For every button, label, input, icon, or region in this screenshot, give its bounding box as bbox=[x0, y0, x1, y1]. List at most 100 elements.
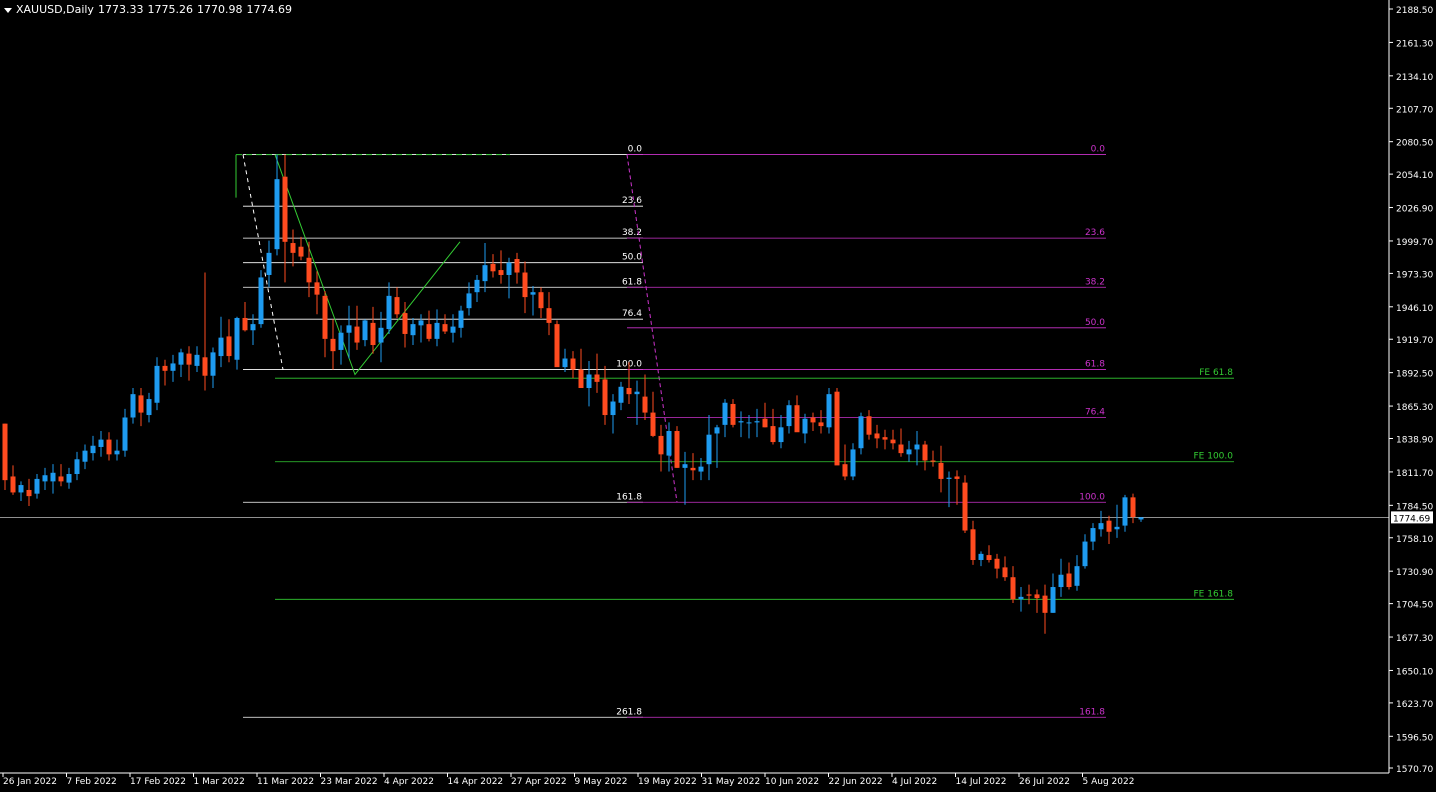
y-tick-label: 1973.30 bbox=[1396, 270, 1433, 280]
candle-body bbox=[98, 439, 104, 447]
y-tick-label: 1650.10 bbox=[1396, 667, 1433, 677]
candle-body bbox=[482, 265, 488, 282]
candle-body bbox=[634, 391, 640, 395]
candle-body bbox=[42, 475, 48, 482]
y-tick-label: 2134.10 bbox=[1396, 73, 1433, 83]
candle-body bbox=[986, 555, 992, 561]
fib-ext-label: 100.0 bbox=[1079, 492, 1105, 502]
y-tick-label: 1811.70 bbox=[1396, 469, 1433, 479]
candle-body bbox=[330, 338, 336, 352]
candle-body bbox=[1106, 520, 1112, 532]
candle-body bbox=[362, 320, 368, 341]
candle-body bbox=[298, 246, 304, 257]
candle-body bbox=[10, 476, 16, 493]
x-tick-label: 10 Jun 2022 bbox=[765, 777, 819, 787]
y-tick-label: 1999.70 bbox=[1396, 238, 1433, 248]
candle-body bbox=[642, 396, 648, 413]
price-chart[interactable]: 0.0 23.6 38.2 50.0 61.8 76.4 100.0 161.8 261.8 0.… bbox=[0, 0, 1436, 792]
candle-body bbox=[730, 403, 736, 425]
candle-body bbox=[1138, 517, 1144, 520]
candle-body bbox=[258, 277, 264, 325]
candle-body bbox=[610, 401, 616, 416]
candle-body bbox=[914, 444, 920, 450]
y-tick-label: 1730.90 bbox=[1396, 568, 1433, 578]
candle-body bbox=[74, 459, 80, 475]
candle-body bbox=[2, 423, 8, 481]
candle-body bbox=[306, 257, 312, 283]
candle-body bbox=[218, 337, 224, 357]
candle-body bbox=[1042, 595, 1048, 613]
candle-body bbox=[754, 421, 760, 423]
candle-body bbox=[114, 450, 120, 455]
candle-body bbox=[1066, 573, 1072, 588]
candle-body bbox=[290, 243, 296, 253]
candle-body bbox=[666, 431, 672, 456]
candle-body bbox=[274, 179, 280, 250]
y-tick-label: 1758.10 bbox=[1396, 535, 1433, 545]
candle-body bbox=[242, 317, 248, 331]
candle-body bbox=[722, 402, 728, 425]
candle-body bbox=[162, 365, 168, 371]
candle-body bbox=[522, 272, 528, 298]
candle-body bbox=[890, 439, 896, 444]
candle-body bbox=[354, 326, 360, 343]
candle-body bbox=[490, 263, 496, 272]
candle-body bbox=[194, 354, 200, 366]
candle-body bbox=[1058, 574, 1064, 588]
candle-body bbox=[546, 308, 552, 323]
candle-body bbox=[778, 427, 784, 443]
candle-body bbox=[842, 464, 848, 477]
candle-body bbox=[602, 379, 608, 416]
y-tick-label: 1838.90 bbox=[1396, 436, 1433, 446]
candle-body bbox=[1130, 497, 1136, 518]
candle-body bbox=[170, 363, 176, 371]
x-tick-label: 1 Mar 2022 bbox=[194, 777, 245, 787]
axes: 2188.50 2161.30 2134.10 2107.70 2080.50 2054.… bbox=[0, 0, 1433, 787]
candle-body bbox=[82, 450, 88, 462]
candle-body bbox=[58, 476, 64, 482]
candle-body bbox=[1010, 577, 1016, 600]
candles bbox=[2, 154, 1144, 634]
candle-body bbox=[930, 460, 936, 462]
candle-body bbox=[234, 317, 240, 360]
candle-body bbox=[426, 324, 432, 339]
candle-body bbox=[810, 417, 816, 423]
fib-level-label: 0.0 bbox=[628, 145, 643, 155]
candle-body bbox=[906, 449, 912, 455]
candle-body bbox=[938, 462, 944, 479]
candle-body bbox=[130, 394, 136, 418]
candle-body bbox=[874, 433, 880, 439]
candle-body bbox=[554, 324, 560, 368]
candle-body bbox=[1090, 528, 1096, 542]
candle-body bbox=[50, 472, 56, 482]
candle-body bbox=[946, 477, 952, 479]
y-tick-label: 1865.30 bbox=[1396, 403, 1433, 413]
current-price-label: 1774.69 bbox=[1393, 514, 1430, 524]
candle-body bbox=[818, 422, 824, 427]
candle-body bbox=[1026, 594, 1032, 596]
candle-body bbox=[786, 405, 792, 427]
candle-body bbox=[618, 386, 624, 403]
fib-level-label: 23.6 bbox=[622, 196, 642, 206]
x-tick-label: 11 Mar 2022 bbox=[257, 777, 314, 787]
candle-body bbox=[650, 412, 656, 436]
x-tick-label: 7 Feb 2022 bbox=[67, 777, 117, 787]
fib-level-label: 161.8 bbox=[616, 492, 642, 502]
x-tick-label: 31 May 2022 bbox=[702, 777, 761, 787]
candle-body bbox=[978, 553, 984, 561]
candle-body bbox=[458, 310, 464, 328]
y-tick-label: 1892.50 bbox=[1396, 370, 1433, 380]
y-tick-label: 2054.10 bbox=[1396, 171, 1433, 181]
candle-body bbox=[402, 313, 408, 334]
fibo-expansion-path bbox=[274, 154, 461, 376]
candle-body bbox=[434, 322, 440, 339]
candle-body bbox=[250, 324, 256, 331]
fib-ext-label: 0.0 bbox=[1091, 145, 1106, 155]
candle-body bbox=[826, 394, 832, 428]
candle-body bbox=[706, 434, 712, 465]
candle-body bbox=[1098, 523, 1104, 530]
fib-ext-label: 61.8 bbox=[1085, 360, 1105, 370]
candle-body bbox=[1002, 567, 1008, 578]
candle-body bbox=[626, 388, 632, 395]
x-tick-label: 4 Apr 2022 bbox=[384, 777, 434, 787]
